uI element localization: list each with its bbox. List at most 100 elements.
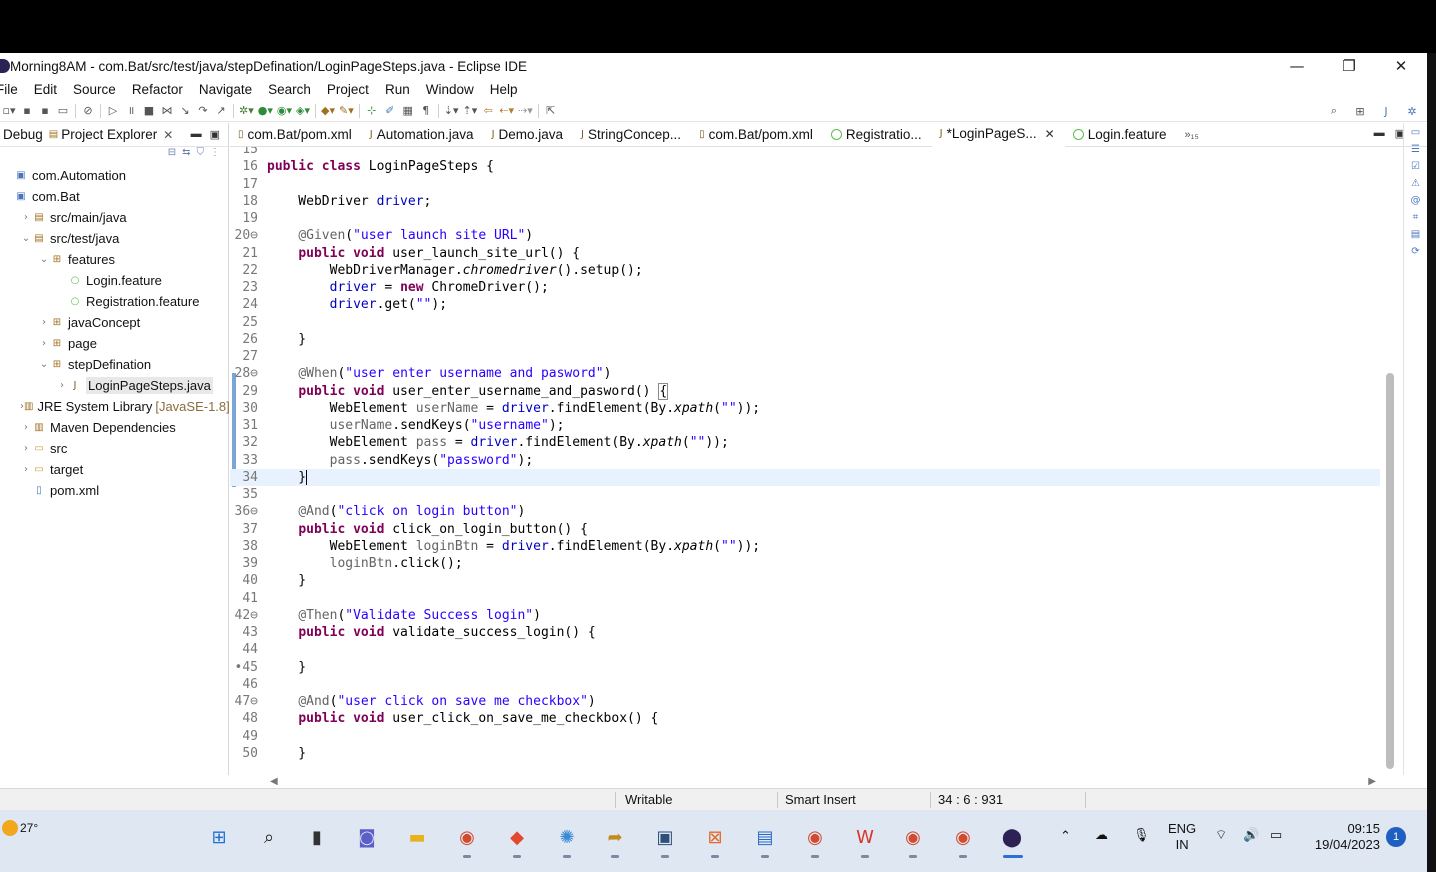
tree-item[interactable]: ▣ com.Bat xyxy=(0,186,228,207)
editor-tab[interactable]: J StringConcep... xyxy=(573,123,691,147)
code-line[interactable]: 50 } xyxy=(230,745,1380,762)
toggle-mark-icon[interactable]: ✐ xyxy=(383,103,397,119)
code-line[interactable]: •45 } xyxy=(230,659,1380,676)
chevron-right-icon[interactable]: › xyxy=(38,338,50,349)
scroll-left-icon[interactable]: ◀ xyxy=(270,776,278,787)
previous-annotation-icon[interactable]: ⇡▾ xyxy=(463,103,478,119)
code-line[interactable]: 44 xyxy=(230,641,1380,658)
block-selection-icon[interactable]: ▦ xyxy=(401,103,415,119)
tree-item[interactable]: ⌄ ⊞ stepDefination xyxy=(0,354,228,375)
chevron-down-icon[interactable]: ⌄ xyxy=(20,233,32,244)
save-icon[interactable]: ▪ xyxy=(20,103,34,119)
code-line[interactable]: 38 WebElement loginBtn = driver.findElem… xyxy=(230,538,1380,555)
tab-debug[interactable]: Debug xyxy=(0,127,46,142)
chat-icon[interactable]: ◙ xyxy=(352,822,382,852)
chrome-icon[interactable]: ◉ xyxy=(452,822,482,852)
restore-icon[interactable]: ▭ xyxy=(1411,127,1420,138)
chevron-right-icon[interactable]: › xyxy=(20,443,32,454)
clock[interactable]: 09:15 19/04/2023 xyxy=(1306,821,1380,853)
restore-button[interactable]: ❐ xyxy=(1323,53,1375,79)
code-line[interactable]: 29 public void user_enter_username_and_p… xyxy=(230,382,1380,400)
menu-refactor[interactable]: Refactor xyxy=(124,82,191,97)
code-line[interactable]: 15 xyxy=(230,147,1380,158)
view-menu-icon[interactable]: ⋮ xyxy=(210,147,220,165)
chrome-icon[interactable]: ◉ xyxy=(800,822,830,852)
perspective-icon[interactable]: ⊞ xyxy=(1353,103,1367,119)
problems-icon[interactable]: ⚠ xyxy=(1411,178,1420,189)
tree-item[interactable]: ▣ com.Automation xyxy=(0,165,228,186)
tree-item[interactable]: › ▥ Maven Dependencies xyxy=(0,417,228,438)
code-line[interactable]: 18 WebDriver driver; xyxy=(230,193,1380,210)
collapse-all-icon[interactable]: ⊟ xyxy=(168,147,176,165)
editor-vertical-scrollbar[interactable] xyxy=(1386,373,1394,769)
wifi-icon[interactable]: ⌔ xyxy=(1215,827,1227,843)
progress-icon[interactable]: ⟳ xyxy=(1411,246,1419,257)
task-list-icon[interactable]: ☑ xyxy=(1411,161,1420,172)
code-editor[interactable]: 15 16 public class LoginPageSteps {17 18 We… xyxy=(230,147,1380,767)
weather-widget[interactable]: 27° xyxy=(2,820,38,836)
code-line[interactable]: 28⊖ @When("user enter username and paswo… xyxy=(230,365,1380,382)
minimize-button[interactable]: — xyxy=(1271,53,1323,79)
coverage-icon[interactable]: ◉▾ xyxy=(277,103,292,119)
code-line[interactable]: 26 } xyxy=(230,331,1380,348)
step-over-icon[interactable]: ↷ xyxy=(196,103,210,119)
code-line[interactable]: 39 loginBtn.click(); xyxy=(230,555,1380,572)
chevron-right-icon[interactable]: › xyxy=(20,212,32,223)
tree-item[interactable]: ▯ pom.xml xyxy=(0,480,228,501)
open-type-icon[interactable]: ◆▾ xyxy=(321,103,335,119)
tree-item[interactable]: ○ Login.feature xyxy=(0,270,228,291)
editor-horizontal-scrollbar[interactable]: ◀ ▶ xyxy=(270,776,1376,787)
code-line[interactable]: 24 driver.get(""); xyxy=(230,296,1380,313)
tree-item[interactable]: › ▤ src/main/java xyxy=(0,207,228,228)
menu-source[interactable]: Source xyxy=(65,82,124,97)
tree-item[interactable]: › ▭ target xyxy=(0,459,228,480)
code-line[interactable]: 16 public class LoginPageSteps { xyxy=(230,158,1380,175)
menu-window[interactable]: Window xyxy=(418,82,482,97)
editor-tab[interactable]: J Automation.java xyxy=(362,123,484,147)
external-tools-icon[interactable]: ◈▾ xyxy=(296,103,310,119)
code-line[interactable]: 47⊖ @And("user click on save me checkbox… xyxy=(230,693,1380,710)
code-line[interactable]: 35 xyxy=(230,486,1380,503)
code-line[interactable]: 43 public void validate_success_login() … xyxy=(230,624,1380,641)
scroll-right-icon[interactable]: ▶ xyxy=(1368,776,1376,787)
code-line[interactable]: 23 driver = new ChromeDriver(); xyxy=(230,279,1380,296)
debug-perspective-icon[interactable]: ✲ xyxy=(1405,103,1419,119)
close-icon[interactable]: ✕ xyxy=(1045,127,1055,141)
code-line[interactable]: 37 public void click_on_login_button() { xyxy=(230,521,1380,538)
debug-icon[interactable]: ✲▾ xyxy=(239,103,254,119)
show-whitespace-icon[interactable]: ¶ xyxy=(419,103,433,119)
chevron-down-icon[interactable]: ⌄ xyxy=(38,359,50,370)
code-line[interactable]: 30 WebElement userName = driver.findElem… xyxy=(230,400,1380,417)
menu-search[interactable]: Search xyxy=(260,82,319,97)
open-perspective-icon[interactable]: ⇱ xyxy=(544,103,558,119)
maximize-view-icon[interactable]: ▣ xyxy=(210,128,220,141)
notepad-icon[interactable]: ▤ xyxy=(750,822,780,852)
minimize-editor-icon[interactable]: ▬ xyxy=(1374,127,1385,140)
search-icon[interactable]: ⌕ xyxy=(1327,103,1341,119)
file-explorer-icon[interactable]: ▬ xyxy=(402,822,432,852)
link-editor-icon[interactable]: ⇆ xyxy=(182,147,190,165)
code-line[interactable]: 31 userName.sendKeys("username"); xyxy=(230,417,1380,434)
code-line[interactable]: 19 xyxy=(230,210,1380,227)
onedrive-icon[interactable]: ☁ xyxy=(1095,827,1108,843)
save-all-icon[interactable]: ▪ xyxy=(38,103,52,119)
code-line[interactable]: 40 } xyxy=(230,572,1380,589)
menu-edit[interactable]: Edit xyxy=(26,82,65,97)
declaration-icon[interactable]: ⌗ xyxy=(1413,212,1419,223)
menu-navigate[interactable]: Navigate xyxy=(191,82,260,97)
tree-item[interactable]: › J LoginPageSteps.java xyxy=(0,375,228,396)
editor-tab[interactable]: J *LoginPageS... ✕ xyxy=(931,122,1065,147)
step-into-icon[interactable]: ↘ xyxy=(178,103,192,119)
step-return-icon[interactable]: ↗ xyxy=(214,103,228,119)
run-icon[interactable]: ●▾ xyxy=(258,103,273,119)
menu-help[interactable]: Help xyxy=(482,82,526,97)
chevron-up-icon[interactable]: ⌃ xyxy=(1060,828,1071,844)
code-line[interactable]: 42⊖ @Then("Validate Success login") xyxy=(230,607,1380,624)
code-line[interactable]: 49 xyxy=(230,728,1380,745)
code-line[interactable]: 22 WebDriverManager.chromedriver().setup… xyxy=(230,262,1380,279)
new-icon[interactable]: ▫▾ xyxy=(2,103,16,119)
battery-icon[interactable]: ▭ xyxy=(1270,827,1282,843)
tool-icon[interactable]: ⊠ xyxy=(700,822,730,852)
search-toolbar-icon[interactable]: ✎▾ xyxy=(339,103,354,119)
start-icon[interactable]: ⊞ xyxy=(204,822,234,852)
